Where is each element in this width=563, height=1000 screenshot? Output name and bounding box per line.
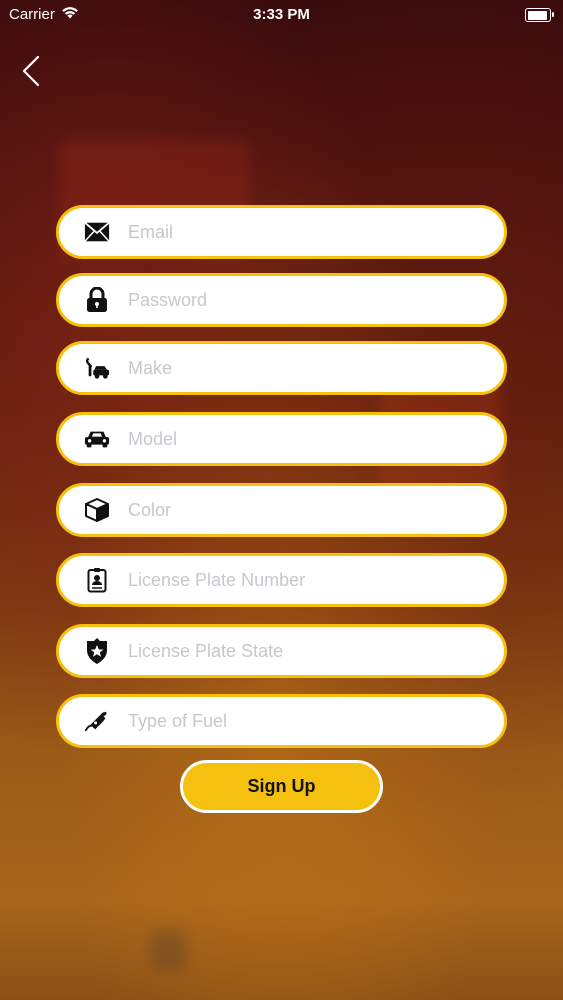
- battery-level: [527, 10, 547, 20]
- signup-screen: Carrier 3:33 PM Email Make Model Color L…: [0, 0, 563, 1000]
- police-shield-icon: [84, 638, 110, 664]
- lock-icon: [84, 287, 110, 313]
- color-input[interactable]: [128, 499, 458, 521]
- chevron-left-icon: [22, 55, 40, 87]
- password-input[interactable]: [128, 289, 458, 311]
- id-badge-icon: [84, 567, 110, 593]
- password-field[interactable]: [56, 273, 507, 327]
- model-field[interactable]: [56, 412, 507, 466]
- make-field[interactable]: [56, 341, 507, 395]
- color-field[interactable]: [56, 483, 507, 537]
- car-icon: [84, 426, 110, 452]
- status-bar: Carrier 3:33 PM: [0, 0, 563, 30]
- make-input[interactable]: [128, 357, 458, 379]
- fuel-nozzle-icon: [84, 708, 110, 734]
- status-time: 3:33 PM: [253, 6, 310, 23]
- email-input[interactable]: [128, 221, 458, 243]
- background-shape: [150, 930, 186, 970]
- cube-icon: [84, 497, 110, 523]
- email-field[interactable]: [56, 205, 507, 259]
- back-button[interactable]: [14, 52, 48, 90]
- license-plate-number-input[interactable]: [128, 569, 458, 591]
- model-input[interactable]: [128, 428, 458, 450]
- fuel-type-field[interactable]: [56, 694, 507, 748]
- envelope-icon: [84, 219, 110, 245]
- sign-up-button[interactable]: Sign Up: [180, 760, 383, 813]
- license-plate-state-field[interactable]: [56, 624, 507, 678]
- license-plate-state-input[interactable]: [128, 640, 458, 662]
- battery-icon: [525, 8, 554, 22]
- fuel-type-input[interactable]: [128, 710, 458, 732]
- car-wrench-icon: [84, 355, 110, 381]
- license-plate-number-field[interactable]: [56, 553, 507, 607]
